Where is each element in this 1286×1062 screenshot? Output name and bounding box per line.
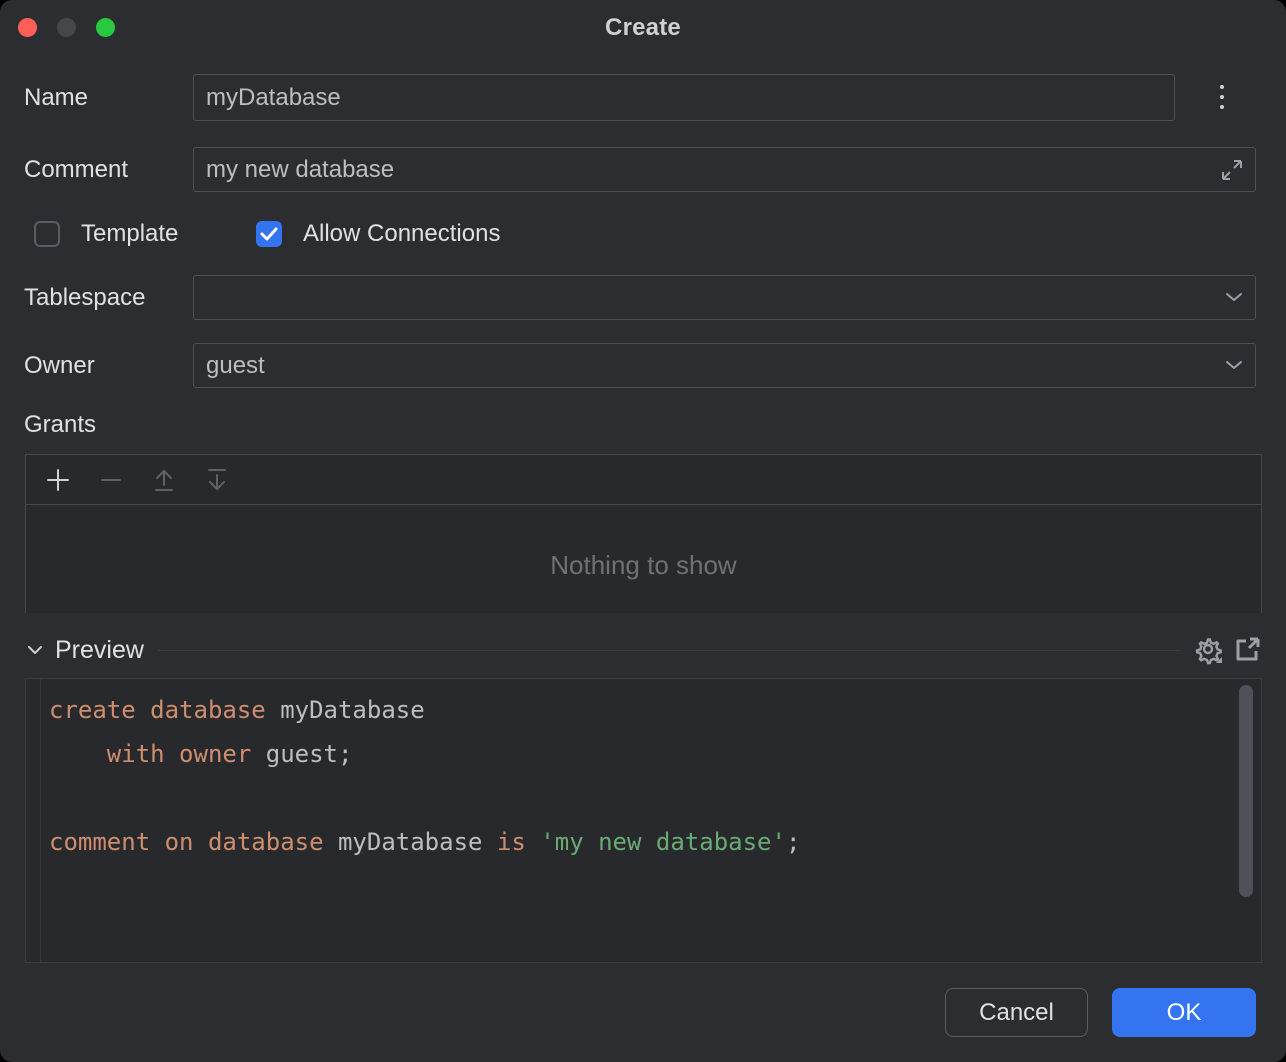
template-checkbox[interactable] xyxy=(34,221,60,247)
window-title: Create xyxy=(0,14,1286,42)
gear-icon[interactable] xyxy=(1194,635,1224,665)
grants-panel: Nothing to show xyxy=(25,454,1262,613)
expand-icon[interactable] xyxy=(1219,157,1245,183)
name-label: Name xyxy=(24,84,88,112)
chevron-down-icon xyxy=(1225,359,1243,371)
kebab-menu-icon[interactable] xyxy=(1206,78,1238,116)
create-dialog-window: Create Name myDatabase Comment my new da… xyxy=(0,0,1286,1062)
template-checkbox-row: Template xyxy=(34,220,178,247)
grants-empty-text: Nothing to show xyxy=(26,550,1261,581)
cancel-button[interactable]: Cancel xyxy=(945,988,1088,1037)
open-in-window-icon[interactable] xyxy=(1234,637,1260,663)
move-up-icon[interactable] xyxy=(144,462,184,498)
comment-value: my new database xyxy=(206,156,394,184)
allow-connections-checkbox[interactable] xyxy=(256,221,282,247)
template-label: Template xyxy=(81,220,178,248)
chevron-down-icon xyxy=(1225,291,1243,303)
grants-label: Grants xyxy=(24,411,96,439)
remove-icon[interactable] xyxy=(91,462,131,498)
comment-input[interactable]: my new database xyxy=(193,147,1256,192)
owner-select[interactable]: guest xyxy=(193,343,1256,388)
move-down-icon[interactable] xyxy=(197,462,237,498)
title-bar: Create xyxy=(0,0,1286,56)
allow-connections-checkbox-row: Allow Connections xyxy=(256,220,500,247)
owner-value: guest xyxy=(206,352,265,380)
preview-header: Preview xyxy=(24,634,1262,666)
editor-gutter xyxy=(26,679,41,962)
sql-preview-panel: create database myDatabase with owner gu… xyxy=(25,678,1262,963)
preview-title[interactable]: Preview xyxy=(55,636,144,665)
comment-label: Comment xyxy=(24,156,128,184)
preview-divider xyxy=(158,650,1180,651)
owner-label: Owner xyxy=(24,352,95,380)
collapse-chevron-icon[interactable] xyxy=(24,639,46,661)
allow-connections-label: Allow Connections xyxy=(303,220,500,248)
vertical-scrollbar[interactable] xyxy=(1239,685,1253,897)
sql-code[interactable]: create database myDatabase with owner gu… xyxy=(49,688,800,864)
tablespace-select[interactable] xyxy=(193,275,1256,320)
grants-toolbar xyxy=(26,455,1261,505)
name-input[interactable]: myDatabase xyxy=(193,74,1175,121)
ok-button[interactable]: OK xyxy=(1112,988,1256,1037)
name-value: myDatabase xyxy=(206,84,341,112)
tablespace-label: Tablespace xyxy=(24,284,145,312)
add-icon[interactable] xyxy=(38,462,78,498)
